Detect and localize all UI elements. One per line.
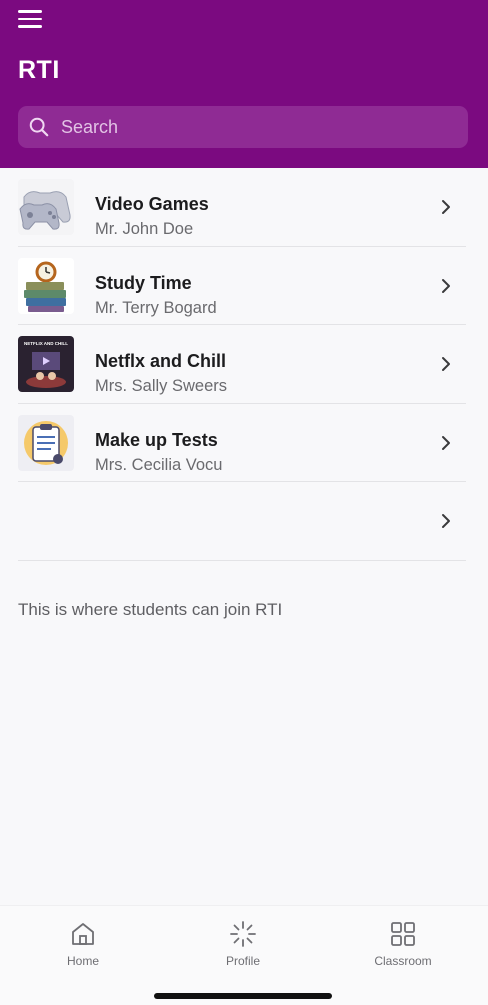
class-teacher: Mrs. Cecilia Vocu xyxy=(95,455,223,474)
tab-profile[interactable]: Profile xyxy=(198,920,288,968)
loading-spinner-icon xyxy=(230,921,256,947)
class-title: Video Games xyxy=(95,194,209,214)
tab-classroom[interactable]: Classroom xyxy=(358,920,448,968)
chevron-right-icon xyxy=(442,200,450,214)
class-title: Study Time xyxy=(95,272,192,293)
class-row-video-games[interactable]: Video Games Mr. John Doe xyxy=(18,168,466,247)
class-teacher: Mrs. Sally Sweers xyxy=(95,377,228,395)
clipboard-test-thumbnail xyxy=(18,414,74,471)
search-icon xyxy=(29,117,49,137)
home-icon xyxy=(72,923,94,945)
class-row-empty[interactable] xyxy=(18,482,466,561)
class-row-make-up-tests[interactable]: Make up Tests Mrs. Cecilia Vocu xyxy=(18,404,466,482)
chevron-right-icon xyxy=(442,435,450,450)
tab-label: Profile xyxy=(225,954,260,968)
menu-icon[interactable] xyxy=(18,8,46,30)
chevron-right-icon xyxy=(442,278,450,293)
class-teacher: Mr. John Doe xyxy=(95,220,194,238)
info-text: This is where students can join RTI xyxy=(18,600,283,619)
search-bar[interactable] xyxy=(18,106,468,148)
class-title: Make up Tests xyxy=(95,429,218,450)
tab-label: Home xyxy=(66,954,99,968)
home-indicator xyxy=(154,993,332,999)
netflix-chill-thumbnail: NETFLIX AND CHILL xyxy=(18,336,74,392)
class-teacher: Mr. Terry Bogard xyxy=(95,298,217,317)
thumbnail-caption: NETFLIX AND CHILL xyxy=(24,341,68,346)
tab-home[interactable]: Home xyxy=(38,920,128,968)
chevron-right-icon xyxy=(442,514,450,528)
tab-label: Classroom xyxy=(374,954,432,968)
class-title: Netflx and Chill xyxy=(95,351,227,371)
books-clock-thumbnail xyxy=(18,257,74,314)
page-title: RTI xyxy=(18,56,60,84)
tab-bar: Home Profile Classroom xyxy=(0,905,488,1005)
search-input[interactable] xyxy=(61,116,441,138)
class-list: Video Games Mr. John Doe Study Time Mr. … xyxy=(0,168,488,561)
app-header: RTI xyxy=(0,0,488,168)
game-controller-thumbnail xyxy=(18,179,74,235)
grid-icon xyxy=(391,922,415,946)
class-row-study-time[interactable]: Study Time Mr. Terry Bogard xyxy=(18,247,466,325)
class-row-netflix-and-chill[interactable]: NETFLIX AND CHILL Netflx and Chill Mrs. … xyxy=(18,325,466,404)
chevron-right-icon xyxy=(442,357,450,371)
